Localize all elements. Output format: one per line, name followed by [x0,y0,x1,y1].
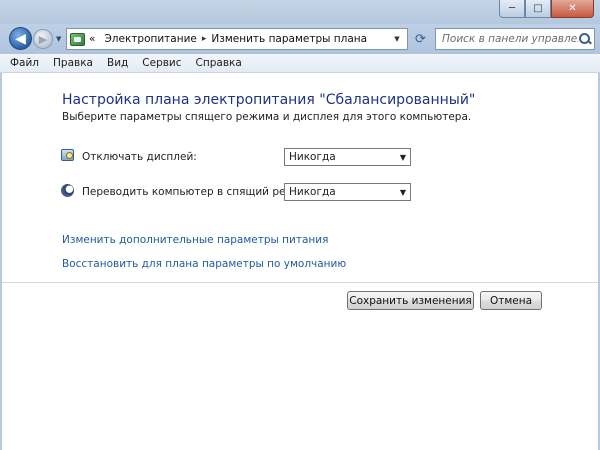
recent-pages-dropdown-icon[interactable]: ▼ [56,35,61,43]
sleep-label: Переводить компьютер в спящий режим: [82,186,314,198]
breadcrumb-power-options[interactable]: Электропитание [104,33,196,45]
back-button[interactable]: ◀ [9,27,32,50]
navigation-bar: ◀ ▶ ▼ « Электропитание ▸ Изменить параме… [0,24,600,54]
menu-file[interactable]: Файл [10,57,39,69]
page-description: Выберите параметры спящего режима и дисп… [62,111,472,123]
cancel-button[interactable]: Отмена [480,291,542,310]
search-box[interactable]: Поиск в панели управления [435,28,595,50]
restore-defaults-link[interactable]: Восстановить для плана параметры по умол… [62,258,346,270]
address-bar[interactable]: « Электропитание ▸ Изменить параметры пл… [66,28,408,50]
maximize-button[interactable]: □ [525,0,551,18]
menu-edit[interactable]: Правка [53,57,93,69]
chevron-down-icon[interactable]: ▼ [390,29,404,49]
sleep-select[interactable]: Никогда ▼ [284,183,411,201]
forward-button[interactable]: ▶ [33,29,53,49]
breadcrumb-prefix[interactable]: « [89,33,95,45]
refresh-icon[interactable]: ⟳ [411,30,430,49]
menu-bar: Файл Правка Вид Сервис Справка [0,54,600,73]
breadcrumb-separator-icon[interactable]: ▸ [202,34,207,44]
sleep-value: Никогда [289,186,336,198]
display-icon [61,149,74,161]
page-title: Настройка плана электропитания "Сбаланси… [62,92,476,108]
title-bar: ─ □ ✕ [0,0,600,24]
turn-off-display-label: Отключать дисплей: [82,151,197,163]
save-changes-button[interactable]: Сохранить изменения [347,291,474,310]
control-panel-icon [70,32,85,46]
divider [2,282,598,283]
menu-view[interactable]: Вид [107,57,128,69]
sleep-icon [61,184,74,197]
search-input[interactable]: Поиск в панели управления [442,33,578,45]
turn-off-display-select[interactable]: Никогда ▼ [284,148,411,166]
minimize-button[interactable]: ─ [499,0,525,18]
chevron-down-icon[interactable]: ▼ [400,188,406,197]
chevron-down-icon[interactable]: ▼ [400,153,406,162]
menu-tools[interactable]: Сервис [142,57,181,69]
search-icon[interactable] [578,30,594,48]
window-controls: ─ □ ✕ [499,0,594,18]
menu-help[interactable]: Справка [196,57,242,69]
window-frame-left [0,73,2,450]
breadcrumb-edit-plan[interactable]: Изменить параметры плана [211,33,367,45]
advanced-power-settings-link[interactable]: Изменить дополнительные параметры питани… [62,234,328,246]
turn-off-display-value: Никогда [289,151,336,163]
close-button[interactable]: ✕ [551,0,594,18]
